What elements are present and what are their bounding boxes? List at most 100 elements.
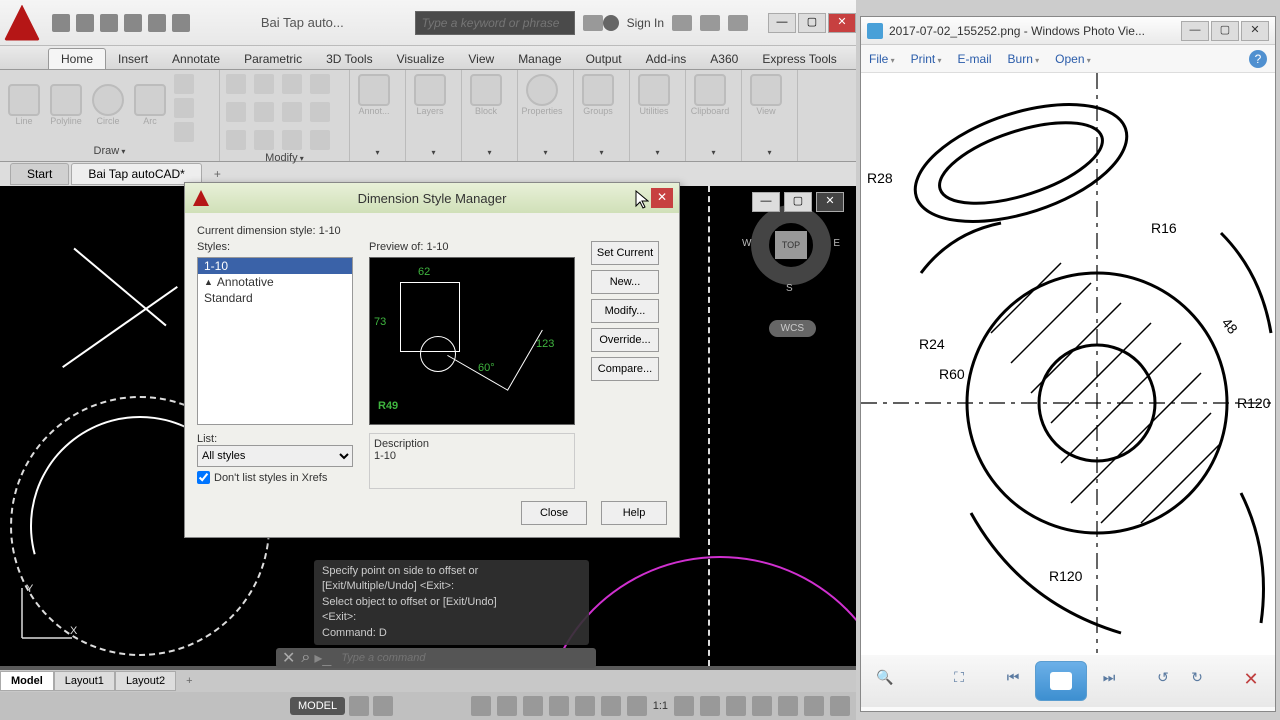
mod3[interactable] bbox=[282, 74, 302, 94]
style-item-selected[interactable]: 1-10 bbox=[198, 258, 352, 274]
mod4[interactable] bbox=[310, 74, 330, 94]
maximize-button[interactable]: ▢ bbox=[798, 13, 826, 33]
dialog-titlebar[interactable]: Dimension Style Manager ✕ bbox=[185, 183, 679, 213]
tool-text[interactable]: Annot... bbox=[356, 74, 392, 122]
tool-line[interactable]: Line bbox=[6, 84, 42, 132]
tool-groups[interactable]: Groups bbox=[580, 74, 616, 122]
xref-checkbox-label[interactable]: Don't list styles in Xrefs bbox=[197, 471, 353, 484]
compare-button[interactable]: Compare... bbox=[591, 357, 659, 381]
tool-props[interactable]: Properties bbox=[524, 74, 560, 122]
tab-parametric[interactable]: Parametric bbox=[232, 49, 314, 69]
tool-view[interactable]: View bbox=[748, 74, 784, 122]
file-tab-start[interactable]: Start bbox=[10, 163, 69, 185]
pv-rotate-ccw-icon[interactable]: ↺ bbox=[1151, 669, 1175, 693]
tool-circle[interactable]: Circle bbox=[90, 84, 126, 132]
cleanscreen-icon[interactable] bbox=[804, 696, 824, 716]
snap-icon[interactable] bbox=[373, 696, 393, 716]
view-cube[interactable]: N S W E TOP bbox=[746, 200, 836, 290]
tool-polyline[interactable]: Polyline bbox=[48, 84, 84, 132]
viewcube-top[interactable]: TOP bbox=[775, 231, 807, 259]
recent-cmd-icon[interactable]: ⌕ bbox=[301, 649, 310, 667]
search-input[interactable] bbox=[415, 11, 575, 35]
autocad-logo-icon[interactable] bbox=[4, 5, 40, 41]
xref-checkbox[interactable] bbox=[197, 471, 210, 484]
osnap-icon[interactable] bbox=[549, 696, 569, 716]
pv-next-button[interactable]: ⏭ bbox=[1097, 669, 1121, 693]
pv-menu-email[interactable]: E-mail bbox=[958, 52, 992, 66]
new-button[interactable]: New... bbox=[591, 270, 659, 294]
mod1[interactable] bbox=[226, 74, 246, 94]
mod7[interactable] bbox=[282, 102, 302, 122]
list-filter-select[interactable]: All styles bbox=[197, 445, 353, 467]
tool-layers[interactable]: Layers bbox=[412, 74, 448, 122]
tool-block[interactable]: Block bbox=[468, 74, 504, 122]
tab-annotate[interactable]: Annotate bbox=[160, 49, 232, 69]
close-cmd-icon[interactable]: ✕ bbox=[276, 648, 301, 668]
gear-icon[interactable] bbox=[674, 696, 694, 716]
qat-print-icon[interactable] bbox=[148, 14, 166, 32]
tool-sm3[interactable] bbox=[174, 122, 194, 142]
tool-sm1[interactable] bbox=[174, 74, 194, 94]
help-button[interactable]: Help bbox=[601, 501, 667, 525]
modify-button[interactable]: Modify... bbox=[591, 299, 659, 323]
style-item-standard[interactable]: Standard bbox=[198, 290, 352, 306]
layout-add[interactable]: + bbox=[176, 672, 202, 690]
signin-button[interactable]: Sign In bbox=[627, 16, 664, 30]
qat-more-icon[interactable] bbox=[172, 14, 190, 32]
workspace-icon[interactable] bbox=[700, 696, 720, 716]
qat-saveas-icon[interactable] bbox=[124, 14, 142, 32]
dialog-close-button[interactable]: ✕ bbox=[651, 188, 673, 208]
pv-close[interactable]: ✕ bbox=[1241, 21, 1269, 41]
pv-maximize[interactable]: ▢ bbox=[1211, 21, 1239, 41]
qat-open-icon[interactable] bbox=[76, 14, 94, 32]
command-input[interactable] bbox=[335, 650, 596, 666]
tab-3dtools[interactable]: 3D Tools bbox=[314, 49, 384, 69]
vp-close[interactable]: ✕ bbox=[816, 192, 844, 212]
ortho-icon[interactable] bbox=[471, 696, 491, 716]
isodraft-icon[interactable] bbox=[523, 696, 543, 716]
mod12[interactable] bbox=[310, 130, 330, 150]
styles-listbox[interactable]: 1-10 ▲Annotative Standard bbox=[197, 257, 353, 425]
model-space-button[interactable]: MODEL bbox=[290, 697, 345, 715]
pv-minimize[interactable]: — bbox=[1181, 21, 1209, 41]
mod11[interactable] bbox=[282, 130, 302, 150]
tab-manage[interactable]: Manage bbox=[506, 49, 573, 69]
layout-model[interactable]: Model bbox=[0, 671, 54, 691]
grid-icon[interactable] bbox=[349, 696, 369, 716]
mod9[interactable] bbox=[226, 130, 246, 150]
tab-a360[interactable]: A360 bbox=[698, 49, 750, 69]
vp-max[interactable]: ▢ bbox=[784, 192, 812, 212]
pv-titlebar[interactable]: 2017-07-02_155252.png - Windows Photo Vi… bbox=[861, 17, 1275, 45]
file-tab-new[interactable]: + bbox=[204, 164, 231, 184]
pv-prev-button[interactable]: ⏮ bbox=[1001, 669, 1025, 693]
style-item-annotative[interactable]: ▲Annotative bbox=[198, 274, 352, 290]
tab-insert[interactable]: Insert bbox=[106, 49, 160, 69]
pv-menu-file[interactable]: File bbox=[869, 52, 895, 66]
tab-addins[interactable]: Add-ins bbox=[634, 49, 699, 69]
anno-scale[interactable]: 1:1 bbox=[653, 700, 668, 712]
tool-clip[interactable]: Clipboard bbox=[692, 74, 728, 122]
help-icon[interactable] bbox=[728, 15, 748, 31]
set-current-button[interactable]: Set Current bbox=[591, 241, 659, 265]
pv-slideshow-button[interactable] bbox=[1035, 661, 1087, 701]
pv-delete-button[interactable]: ✕ bbox=[1239, 669, 1263, 693]
mod5[interactable] bbox=[226, 102, 246, 122]
tab-output[interactable]: Output bbox=[574, 49, 634, 69]
tab-visualize[interactable]: Visualize bbox=[385, 49, 457, 69]
isolate-icon[interactable] bbox=[778, 696, 798, 716]
vp-min[interactable]: — bbox=[752, 192, 780, 212]
custom-icon[interactable] bbox=[830, 696, 850, 716]
mod2[interactable] bbox=[254, 74, 274, 94]
exchange-icon[interactable] bbox=[672, 15, 692, 31]
qat-save-icon[interactable] bbox=[100, 14, 118, 32]
tool-sm2[interactable] bbox=[174, 98, 194, 118]
otrack-icon[interactable] bbox=[601, 696, 621, 716]
panel-draw-title[interactable]: Draw bbox=[6, 143, 213, 159]
file-tab-current[interactable]: Bai Tap autoCAD* bbox=[71, 163, 202, 185]
lwt-icon[interactable] bbox=[627, 696, 647, 716]
tool-util[interactable]: Utilities bbox=[636, 74, 672, 122]
tab-expresstools[interactable]: Express Tools bbox=[750, 49, 848, 69]
polar-icon[interactable] bbox=[497, 696, 517, 716]
mod6[interactable] bbox=[254, 102, 274, 122]
3dosnap-icon[interactable] bbox=[575, 696, 595, 716]
